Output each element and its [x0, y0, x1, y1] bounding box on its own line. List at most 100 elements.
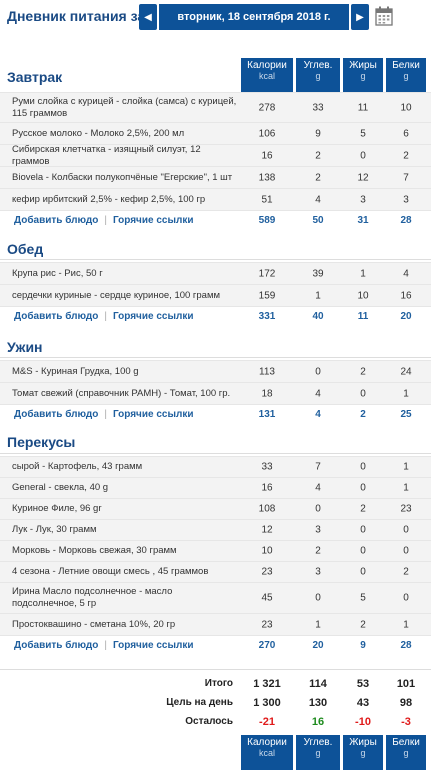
- food-row[interactable]: Крупа рис - Рис, 50 г 172 39 1 4: [0, 262, 431, 284]
- food-name[interactable]: сердечки куриные - сердце куриное, 100 г…: [12, 290, 238, 302]
- nutrient-value: 0: [315, 592, 321, 604]
- food-row[interactable]: General - свекла, 40 g 16 4 0 1: [0, 477, 431, 498]
- lunch-table: Крупа рис - Рис, 50 г 172 39 1 4 сердечки к…: [0, 262, 431, 326]
- nutrient-value: 9: [360, 640, 366, 651]
- next-day-button[interactable]: ▶: [351, 4, 369, 30]
- nutrient-value: 10: [357, 290, 369, 301]
- nutrient-value: 2: [315, 545, 321, 557]
- food-name[interactable]: Руми слойка с курицей - слойка (самса) с…: [12, 96, 238, 120]
- nutrient-value: 589: [258, 215, 276, 226]
- meal-total-row: Добавить блюдо | Горячие ссылки 331 40 11 20: [0, 306, 431, 326]
- food-name[interactable]: Сибирская клетчатка - изящный силуэт, 12…: [12, 144, 238, 168]
- food-row[interactable]: M&S - Куриная Грудка, 100 g 113 0 2 24: [0, 360, 431, 382]
- food-row[interactable]: Куриное Филе, 96 gr 108 0 2 23: [0, 498, 431, 519]
- nutrient-value: 0: [360, 461, 366, 473]
- nutrient-value: 0: [403, 545, 409, 557]
- nutrient-value: 0: [360, 388, 366, 399]
- food-name[interactable]: 4 сезона - Летние овощи смесь , 45 грамм…: [12, 566, 238, 578]
- nutrient-value: 172: [258, 268, 276, 279]
- nutrient-value: 1: [403, 482, 409, 494]
- nutrient-value: 50: [312, 215, 324, 226]
- food-name[interactable]: Русское молоко - Молоко 2,5%, 200 мл: [12, 128, 238, 140]
- food-row[interactable]: сырой - Картофель, 43 грамм 33 7 0 1: [0, 456, 431, 477]
- food-name[interactable]: M&S - Куриная Грудка, 100 g: [12, 366, 238, 378]
- food-row[interactable]: Морковь - Морковь свежая, 30 грамм 10 2 0 0: [0, 540, 431, 561]
- nutrient-value: 53: [356, 678, 370, 690]
- food-name[interactable]: Куриное Филе, 96 gr: [12, 503, 238, 515]
- nutrient-value: -21: [259, 716, 275, 728]
- food-name[interactable]: General - свекла, 40 g: [12, 482, 238, 494]
- nutrient-value: 7: [315, 461, 321, 473]
- nutrient-value: -3: [401, 716, 411, 728]
- nutrient-value: 3: [403, 194, 409, 205]
- food-name[interactable]: сырой - Картофель, 43 грамм: [12, 461, 238, 473]
- nutrient-value: 0: [403, 524, 409, 536]
- food-row[interactable]: Русское молоко - Молоко 2,5%, 200 мл 106…: [0, 122, 431, 144]
- meal-total-row: Добавить блюдо | Горячие ссылки 589 50 31 28: [0, 210, 431, 230]
- food-row[interactable]: 4 сезона - Летние овощи смесь , 45 грамм…: [0, 561, 431, 582]
- nutrient-value: 0: [360, 545, 366, 557]
- nutrient-value: 20: [400, 311, 412, 322]
- link-separator: |: [104, 311, 107, 322]
- section-title: Завтрак: [7, 69, 63, 85]
- dinner-table: M&S - Куриная Грудка, 100 g 113 0 2 24 Тома…: [0, 360, 431, 424]
- nutrient-value: 23: [400, 503, 412, 515]
- food-name[interactable]: кефир ирбитский 2,5% - кефир 2,5%, 100 г…: [12, 194, 238, 206]
- food-row[interactable]: кефир ирбитский 2,5% - кефир 2,5%, 100 г…: [0, 188, 431, 210]
- current-date[interactable]: вторник, 18 сентября 2018 г.: [159, 4, 349, 30]
- column-unit: g: [315, 71, 321, 81]
- add-food-link[interactable]: Добавить блюдо: [14, 409, 98, 420]
- nutrient-value: 114: [309, 678, 327, 690]
- nutrient-value: 1 300: [253, 697, 281, 709]
- nutrient-value: 16: [261, 482, 273, 494]
- nutrient-value: 16: [400, 290, 412, 301]
- link-separator: |: [104, 409, 107, 420]
- food-name[interactable]: Лук - Лук, 30 грамм: [12, 524, 238, 536]
- column-name: Белки: [392, 60, 420, 71]
- nutrient-value: 4: [315, 388, 321, 399]
- food-row[interactable]: Простоквашино - сметана 10%, 20 гр 23 1 2 1: [0, 613, 431, 635]
- calendar-icon[interactable]: [375, 6, 393, 26]
- nutrient-value: 23: [261, 619, 273, 630]
- meal-total-row: Добавить блюдо | Горячие ссылки 270 20 9 28: [0, 635, 431, 655]
- nutrient-value: 1: [403, 619, 409, 630]
- nutrient-value: 0: [315, 366, 321, 377]
- section-title: Перекусы: [7, 434, 76, 450]
- food-name[interactable]: Biovela - Колбаски полукопчёные "Егерски…: [12, 172, 238, 184]
- food-row[interactable]: Biovela - Колбаски полукопчёные "Егерски…: [0, 166, 431, 188]
- food-row[interactable]: Руми слойка с курицей - слойка (самса) с…: [0, 92, 431, 122]
- food-row[interactable]: сердечки куриные - сердце куриное, 100 г…: [0, 284, 431, 306]
- nutrient-value: 39: [312, 268, 324, 279]
- food-name[interactable]: Томат свежий (справочник РАМН) - Томат, …: [12, 388, 238, 400]
- nutrient-value: 3: [315, 566, 321, 578]
- food-row[interactable]: Ирина Масло подсолнечное - масло подсолн…: [0, 582, 431, 613]
- food-row[interactable]: Сибирская клетчатка - изящный силуэт, 12…: [0, 144, 431, 168]
- nutrient-value: 0: [360, 524, 366, 536]
- quick-links-link[interactable]: Горячие ссылки: [113, 640, 194, 651]
- meal-total-row: Добавить блюдо | Горячие ссылки 131 4 2 25: [0, 404, 431, 424]
- quick-links-link[interactable]: Горячие ссылки: [113, 409, 194, 420]
- column-unit: g: [403, 748, 409, 758]
- quick-links-link[interactable]: Горячие ссылки: [113, 311, 194, 322]
- column-name: Углев.: [303, 737, 333, 748]
- food-name[interactable]: Ирина Масло подсолнечное - масло подсолн…: [12, 586, 238, 610]
- nutrient-value: 101: [396, 678, 416, 690]
- food-name[interactable]: Морковь - Морковь свежая, 30 грамм: [12, 545, 238, 557]
- food-name[interactable]: Крупа рис - Рис, 50 г: [12, 268, 238, 280]
- nutrient-value: 28: [400, 640, 412, 651]
- add-food-link[interactable]: Добавить блюдо: [14, 640, 98, 651]
- prev-day-button[interactable]: ◀: [139, 4, 157, 30]
- nutrient-value: 2: [315, 150, 321, 161]
- nutrient-value: 33: [312, 102, 324, 113]
- nutrient-value: 18: [261, 388, 273, 399]
- section-title: Ужин: [7, 339, 43, 355]
- food-row[interactable]: Томат свежий (справочник РАМН) - Томат, …: [0, 382, 431, 404]
- quick-links-link[interactable]: Горячие ссылки: [113, 215, 194, 226]
- food-row[interactable]: Лук - Лук, 30 грамм 12 3 0 0: [0, 519, 431, 540]
- food-name[interactable]: Простоквашино - сметана 10%, 20 гр: [12, 619, 238, 631]
- nutrient-value: 1: [403, 461, 409, 473]
- nutrient-value: 10: [400, 102, 412, 113]
- add-food-link[interactable]: Добавить блюдо: [14, 311, 98, 322]
- col-fat: Жиры g: [343, 58, 383, 93]
- add-food-link[interactable]: Добавить блюдо: [14, 215, 98, 226]
